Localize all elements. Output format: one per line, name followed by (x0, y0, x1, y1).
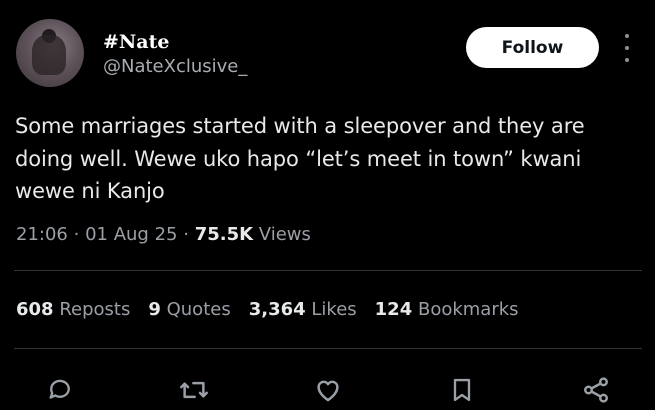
bookmarks-count: 124 (374, 299, 413, 320)
quotes-label: Quotes (166, 299, 231, 320)
bookmark-icon[interactable] (446, 374, 478, 406)
reposts-label: Reposts (59, 299, 131, 320)
tweet-line: Some marriages started with a sleepover … (15, 114, 585, 138)
more-dot (625, 46, 629, 50)
engagement-stats: 608 Reposts 9 Quotes 3,364 Likes 124 Bookma… (16, 299, 519, 320)
tweet-text: Some marriages started with a sleepover … (15, 110, 645, 208)
tweet-time[interactable]: 21:06 (16, 224, 68, 245)
display-name[interactable]: #Nate (103, 31, 169, 53)
quotes-count: 9 (148, 299, 161, 320)
more-dot (625, 34, 629, 38)
share-icon[interactable] (580, 374, 612, 406)
bookmarks-stat[interactable]: 124 Bookmarks (375, 299, 519, 320)
divider (14, 348, 642, 349)
reposts-count: 608 (16, 299, 54, 320)
likes-count: 3,364 (248, 299, 306, 320)
likes-label: Likes (311, 299, 357, 320)
more-dot (625, 58, 629, 62)
repost-icon[interactable] (178, 374, 210, 406)
views-label: Views (258, 224, 311, 245)
tweet-date[interactable]: 01 Aug 25 (85, 224, 177, 245)
likes-stat[interactable]: 3,364 Likes (249, 299, 357, 320)
bookmarks-label: Bookmarks (417, 299, 519, 320)
reposts-stat[interactable]: 608 Reposts (16, 299, 130, 320)
follow-button[interactable]: Follow (466, 27, 599, 68)
more-icon[interactable] (618, 34, 636, 62)
tweet-meta: 21:06 · 01 Aug 25 · 75.5K Views (16, 224, 311, 245)
views-count: 75.5K (194, 224, 254, 245)
tweet-line: doing well. Wewe uko hapo “let’s meet in… (15, 146, 582, 171)
meta-separator: · (183, 224, 189, 245)
meta-separator: · (73, 224, 80, 245)
user-handle[interactable]: @NateXclusive_ (103, 56, 247, 77)
heart-icon[interactable] (312, 374, 344, 406)
avatar[interactable] (16, 19, 84, 87)
avatar-figure (32, 35, 66, 75)
divider (14, 270, 642, 271)
action-bar (0, 372, 655, 410)
tweet-line: wewe ni Kanjo (15, 179, 165, 203)
quotes-stat[interactable]: 9 Quotes (148, 299, 230, 320)
reply-icon[interactable] (44, 374, 76, 406)
